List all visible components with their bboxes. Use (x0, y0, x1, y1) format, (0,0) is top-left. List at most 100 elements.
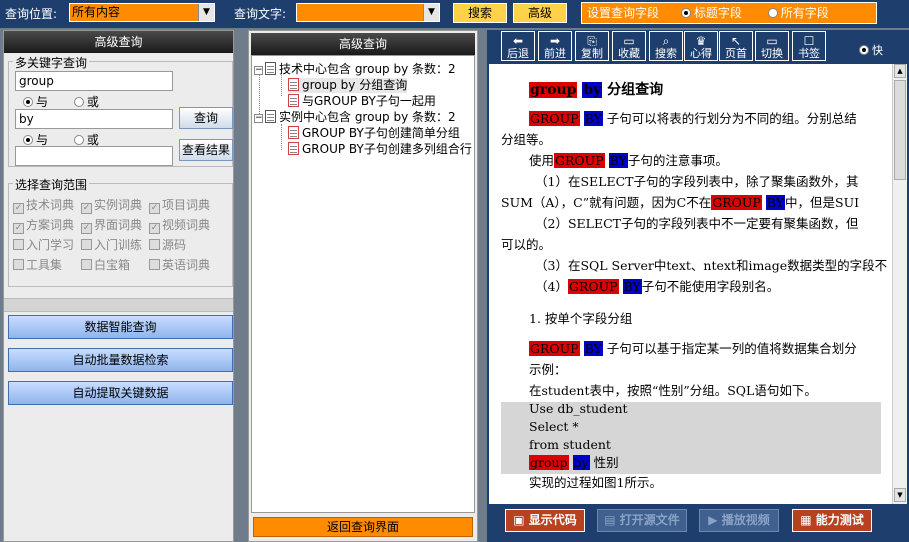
checkbox-icon[interactable] (13, 239, 24, 250)
view-results-button[interactable]: 查看结果 (179, 139, 233, 161)
title-field-option[interactable]: 标题字段 (680, 6, 742, 20)
document-icon (265, 110, 276, 123)
paragraph-text: 子句不能使用字段别名。 (641, 279, 780, 294)
query-button[interactable]: 查询 (179, 107, 233, 129)
notes-button[interactable]: ♛ 心得 (684, 31, 718, 61)
search-button[interactable]: ⌕ 搜索 (649, 31, 683, 61)
title-text: 分组查询 (602, 82, 664, 98)
back-button[interactable]: ⬅ 后退 (501, 31, 535, 61)
radio-icon[interactable] (73, 135, 84, 145)
bookmark-button[interactable]: ☐ 书签 (792, 31, 826, 61)
scope-checkbox[interactable]: 白宝箱 (81, 256, 130, 273)
show-code-button[interactable]: ▣ 显示代码 (505, 509, 585, 532)
scope-checkbox[interactable]: ✓ 界面词典 (81, 216, 142, 234)
highlight-group: GROUP (711, 195, 762, 210)
checkbox-icon[interactable] (81, 239, 92, 250)
tree-leaf[interactable]: GROUP BY子句创建多列组合行 (288, 142, 472, 157)
checkbox-icon[interactable]: ✓ (81, 203, 92, 214)
favorite-button[interactable]: ▭ 收藏 (612, 31, 646, 61)
tree-leaf-label: GROUP BY子句创建简单分组 (302, 126, 460, 140)
tree-leaf[interactable]: 与GROUP BY子句一起用 (288, 94, 436, 109)
scope-checkbox[interactable]: ✓ 视频词典 (149, 216, 210, 234)
checkbox-icon[interactable]: ✓ (13, 223, 24, 234)
search-button[interactable]: 搜索 (453, 3, 507, 23)
code-icon: ▣ (513, 513, 529, 527)
scope-checkbox[interactable]: 入门学习 (13, 236, 74, 253)
toolbar-label: 后退 (507, 47, 529, 60)
scroll-down-icon[interactable]: ▼ (894, 488, 906, 502)
batch-retrieval-button[interactable]: 自动批量数据检索 (8, 348, 233, 372)
chevron-down-icon[interactable]: ▼ (198, 4, 214, 21)
checkbox-icon[interactable] (149, 239, 160, 250)
scope-checkbox[interactable]: 源码 (149, 236, 186, 253)
scope-checkbox[interactable]: 英语词典 (149, 256, 210, 273)
page-top-button[interactable]: ↖ 页首 (719, 31, 753, 61)
paragraph-text: 使用 (529, 153, 555, 168)
scope-checkbox[interactable]: ✓ 实例词典 (81, 196, 142, 214)
search-text-input[interactable]: ▼ (296, 3, 440, 22)
keyword-input-1[interactable]: group (15, 71, 173, 91)
checkbox-icon[interactable] (13, 259, 24, 270)
paragraph-text: （4） (535, 279, 568, 294)
window-icon: ▭ (766, 34, 778, 48)
radio-icon[interactable] (680, 8, 691, 18)
code-block: Use db_student Select * from student gro… (501, 401, 881, 474)
highlight-group: GROUP (529, 341, 580, 356)
advanced-button[interactable]: 高级 (513, 3, 567, 23)
tree-leaf[interactable]: group by 分组查询 (288, 78, 408, 93)
top-search-bar: 查询位置: 所有内容 ▼ 查询文字: ▼ 搜索 高级 设置查询字段 标题字段 所… (0, 0, 909, 28)
chevron-down-icon[interactable]: ▼ (423, 4, 439, 21)
keyword-input-2[interactable]: by (15, 109, 173, 129)
set-fields-label: 设置查询字段 (587, 6, 660, 20)
checkbox-icon[interactable]: ✓ (81, 223, 92, 234)
query-scope-group: 选择查询范围 ✓ 技术词典 ✓ 实例词典 ✓ 项目词典 ✓ 方案词典 ✓ 界面词典 ✓ 视频… (8, 176, 233, 287)
all-fields-option[interactable]: 所有字段 (767, 6, 829, 20)
collapse-icon[interactable]: − (254, 66, 263, 75)
scope-label: 入门训练 (94, 238, 143, 252)
scroll-thumb[interactable] (894, 80, 906, 180)
checkbox-icon[interactable]: ✓ (149, 223, 160, 234)
scope-checkbox[interactable]: ✓ 技术词典 (13, 196, 74, 214)
section-heading: 1. 按单个字段分组 (529, 311, 633, 326)
radio-icon[interactable] (767, 8, 778, 18)
back-to-query-button[interactable]: 返回查询界面 (253, 517, 473, 537)
collapse-icon[interactable]: − (254, 114, 263, 123)
search-icon: ⌕ (662, 34, 670, 48)
and-label: 与 (36, 133, 49, 147)
switch-button[interactable]: ▭ 切换 (755, 31, 789, 61)
paragraph-text: 子句可以将表的行划分为不同的组。分别总结 (602, 111, 857, 126)
scope-checkbox[interactable]: ✓ 项目词典 (149, 196, 210, 214)
tree-node-tech[interactable]: − 技术中心包含 group by 条数：2 (254, 62, 456, 77)
scope-label: 界面词典 (94, 218, 143, 232)
ability-test-button[interactable]: ▦ 能力测试 (792, 509, 872, 532)
checkbox-icon[interactable] (149, 259, 160, 270)
scope-checkbox[interactable]: 工具集 (13, 256, 62, 273)
toolbar-label: 前进 (544, 47, 566, 60)
checkbox-icon[interactable] (81, 259, 92, 270)
advanced-query-panel: 高级查询 多关键字查询 group 与 或 by 与 或 查询 查看结果 选择查… (3, 30, 234, 542)
viewer-bottom-bar: ▣ 显示代码 ▤ 打开源文件 ▶ 播放视频 ▦ 能力测试 (487, 506, 909, 542)
smart-query-button[interactable]: 数据智能查询 (8, 315, 233, 339)
paragraph: 示例： (529, 362, 567, 377)
tree-leaf[interactable]: GROUP BY子句创建简单分组 (288, 126, 460, 141)
content-scrollbar[interactable]: ▲ ▼ (892, 64, 907, 504)
tree-node-example[interactable]: − 实例中心包含 group by 条数：2 (254, 110, 456, 125)
copy-button[interactable]: ⎘ 复制 (575, 31, 609, 61)
or-label: 或 (86, 133, 99, 147)
radio-icon[interactable] (23, 135, 33, 145)
paragraph: SUM（A），C”就有问题，因为C不在GROUP BY中，但是SUI (501, 192, 859, 213)
radio-icon[interactable] (73, 97, 84, 107)
extract-key-data-button[interactable]: 自动提取关键数据 (8, 381, 233, 405)
checkbox-icon[interactable]: ✓ (149, 203, 160, 214)
forward-button[interactable]: ➡ 前进 (538, 31, 572, 61)
radio-icon[interactable] (859, 45, 869, 55)
radio-icon[interactable] (23, 97, 33, 107)
scope-checkbox[interactable]: 入门训练 (81, 236, 142, 253)
scope-checkbox[interactable]: ✓ 方案词典 (13, 216, 74, 234)
scroll-up-icon[interactable]: ▲ (894, 64, 906, 78)
speed-option[interactable]: 快 (859, 42, 883, 58)
results-tree: − 技术中心包含 group by 条数：2 group by 分组查询 与GRO… (251, 55, 475, 513)
keyword-input-3[interactable] (15, 146, 173, 166)
checkbox-icon[interactable]: ✓ (13, 203, 24, 214)
location-select[interactable]: 所有内容 ▼ (69, 3, 215, 22)
